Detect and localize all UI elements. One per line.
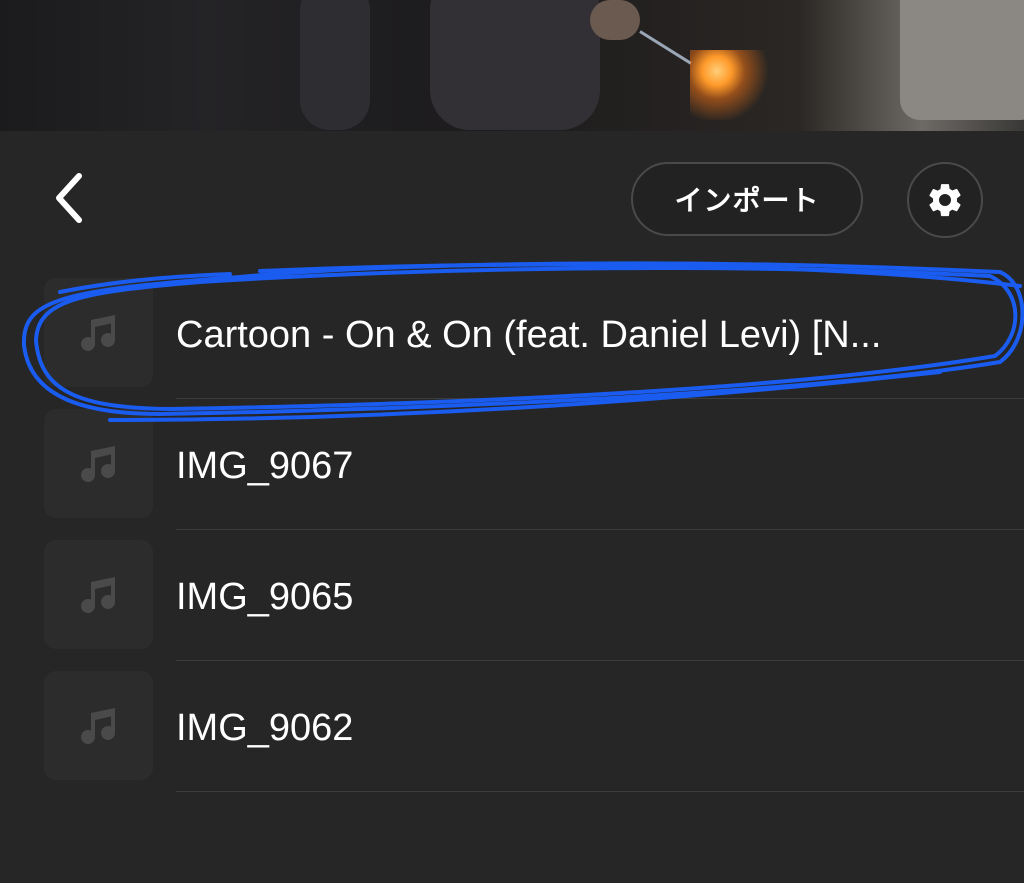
list-item[interactable]: Cartoon - On & On (feat. Daniel Levi) [N… — [0, 275, 1024, 406]
import-button-label: インポート — [674, 185, 820, 216]
list-item[interactable]: IMG_9067 — [0, 406, 1024, 537]
gear-icon — [929, 184, 961, 217]
divider — [176, 791, 1024, 792]
track-title: Cartoon - On & On (feat. Daniel Levi) [N… — [176, 314, 882, 356]
divider — [176, 660, 1024, 661]
divider — [176, 529, 1024, 530]
video-figure — [590, 0, 640, 40]
track-thumbnail — [44, 278, 153, 387]
video-preview[interactable] — [0, 0, 1024, 131]
divider — [176, 398, 1024, 399]
track-thumbnail — [44, 540, 153, 649]
music-note-icon — [80, 445, 115, 482]
track-thumbnail — [44, 671, 153, 780]
list-item[interactable]: IMG_9062 — [0, 668, 1024, 799]
back-button[interactable] — [44, 168, 96, 228]
music-note-icon — [80, 707, 115, 744]
track-thumbnail — [44, 409, 153, 518]
list-item[interactable]: IMG_9065 — [0, 537, 1024, 668]
track-title: IMG_9067 — [176, 445, 354, 487]
app-screen: インポート Cartoon - On & On (feat. Daniel Le… — [0, 0, 1024, 883]
track-title: IMG_9065 — [176, 576, 354, 618]
music-note-icon — [80, 314, 115, 351]
chevron-left-icon — [56, 173, 82, 223]
track-title: IMG_9062 — [176, 707, 354, 749]
video-figure — [430, 0, 600, 130]
settings-button[interactable] — [907, 162, 983, 238]
sparkler-sparks — [690, 50, 780, 120]
video-figure — [900, 0, 1024, 120]
music-note-icon — [80, 576, 115, 613]
sparkler-stick — [639, 30, 692, 65]
import-button[interactable]: インポート — [631, 162, 863, 236]
video-figure — [300, 0, 370, 130]
